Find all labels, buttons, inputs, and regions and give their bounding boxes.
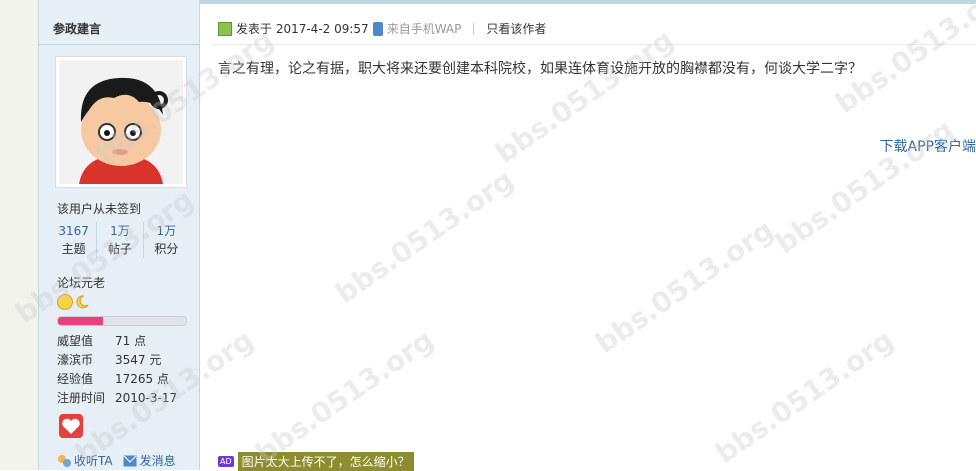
avatar[interactable] [55,56,187,188]
only-author-link[interactable]: 只看该作者 [486,20,546,37]
rank-title[interactable]: 论坛元老 [57,274,105,291]
meta-coins: 濠滨币 3547 元 [57,351,177,370]
stat-threads[interactable]: 3167 主题 [51,222,96,258]
rank-stars [57,294,90,310]
stat-value[interactable]: 1万 [97,222,142,240]
ad-text[interactable]: 图片太大上传不了，怎么缩小？ [237,452,414,471]
divider [212,44,976,45]
watermark: bbs.0513.org [249,323,440,470]
author-actions: 收听TA 发消息 [57,452,176,469]
rank-progress-fill [58,317,103,325]
meta-key: 经验值 [57,372,94,386]
meta-key: 濠滨币 [57,353,94,367]
sun-icon [57,294,73,310]
meta-key: 威望值 [57,334,94,348]
meta-value: 2010-3-17 [115,391,178,405]
meta-registered: 注册时间 2010-3-17 [57,389,177,408]
follow-icon [58,454,71,467]
watermark: bbs.0513.org [709,323,900,470]
stat-posts[interactable]: 1万 帖子 [96,222,142,258]
author-meta: 威望值 71 点 濠滨币 3547 元 经验值 17265 点 注册时间 201… [57,332,177,408]
follow-button[interactable]: 收听TA [57,452,113,469]
watermark: bbs.0513.org [589,213,780,360]
ad-badge: AD [218,456,234,467]
stat-value[interactable]: 3167 [51,222,96,240]
post-content: 言之有理，论之有据，职大将来还要创建本科院校，如果连体育设施开放的胸襟都没有，何… [218,61,862,77]
meta-value: 17265 点 [115,372,169,386]
message-label: 发消息 [139,454,176,468]
online-status-icon [218,21,232,36]
stat-label: 帖子 [107,242,132,256]
stat-points[interactable]: 1万 积分 [142,222,189,258]
author-name[interactable]: 参政建言 [53,20,101,37]
send-message-button[interactable]: 发消息 [123,452,176,469]
stat-value[interactable]: 1万 [144,222,189,240]
meta-experience: 经验值 17265 点 [57,370,177,389]
stat-label: 积分 [154,242,179,256]
moon-icon [74,294,90,310]
download-app-link[interactable]: 下载APP客户端 [880,136,976,156]
rank-progress-bar [57,316,187,326]
meta-value: 71 点 [115,334,147,348]
page-gutter [0,0,38,470]
post-header: 发表于 2017-4-2 09:57 来自手机WAP 只看该作者 [218,20,546,37]
heart-medal-icon[interactable] [59,414,83,438]
meta-value: 3547 元 [115,353,162,367]
author-sidebar: 参政建言 该用户从未签到 3167 主题 1万 帖子 1万 积分 论坛元老 威望… [38,0,200,470]
author-stats: 3167 主题 1万 帖子 1万 积分 [51,222,189,258]
signin-status: 该用户从未签到 [57,202,142,216]
post-timestamp: 发表于 2017-4-2 09:57 [236,22,369,36]
divider [473,22,475,35]
post-top-border [198,0,976,4]
watermark: bbs.0513.org [329,163,520,310]
envelope-icon [123,455,137,466]
divider [39,44,199,45]
stat-label: 主题 [61,242,86,256]
meta-prestige: 威望值 71 点 [57,332,177,351]
follow-label: 收听TA [74,454,113,468]
avatar-image [59,60,183,184]
post-source: 来自手机WAP [386,22,462,36]
ad-link[interactable]: AD 图片太大上传不了，怎么缩小？ [218,452,414,471]
meta-key: 注册时间 [57,391,106,405]
watermark: bbs.0513.org [489,23,680,170]
mobile-icon [372,21,383,36]
